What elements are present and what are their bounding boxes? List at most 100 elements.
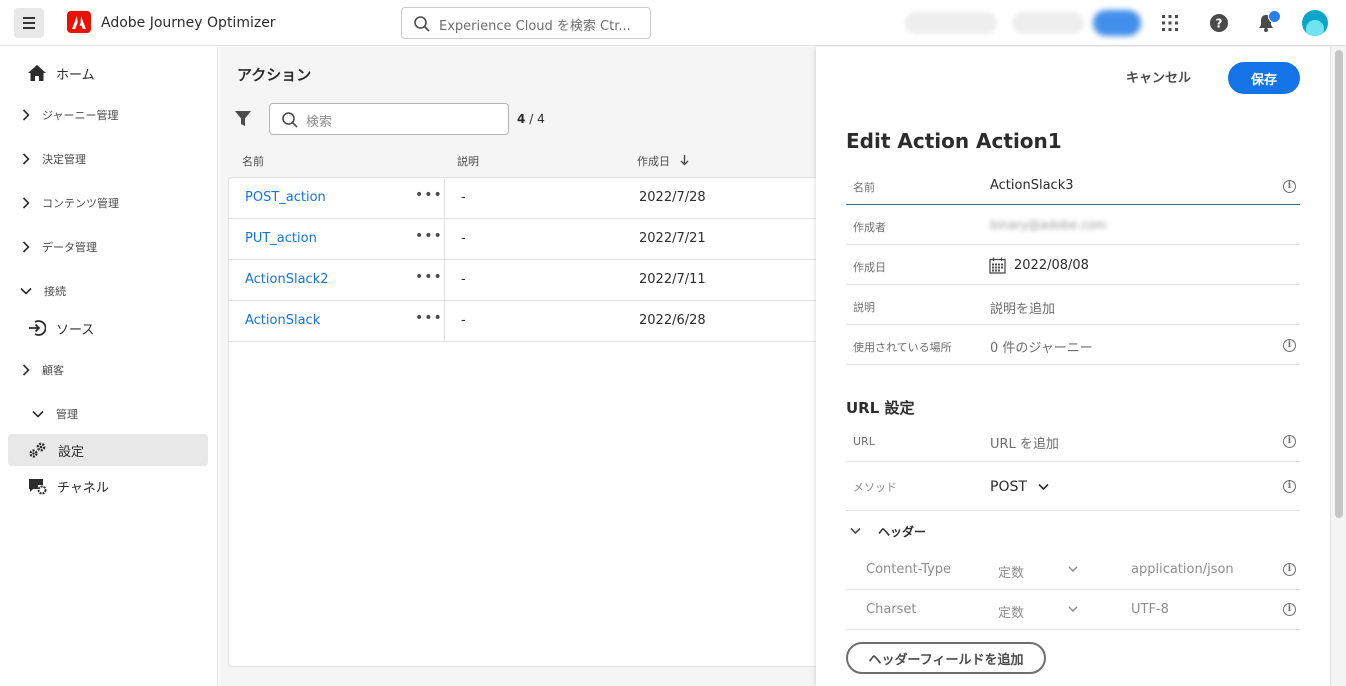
info-icon[interactable]: i <box>1283 339 1296 352</box>
action-name-link[interactable]: POST_action <box>245 190 326 205</box>
field-label: 使用されている場所 <box>853 341 952 354</box>
name-input[interactable]: ActionSlack3 <box>990 178 1074 193</box>
info-icon[interactable]: i <box>1283 480 1296 493</box>
search-placeholder: Experience Cloud を検索 Ctr... <box>439 19 631 34</box>
scrollbar-thumb[interactable] <box>1335 50 1343 518</box>
header-value[interactable]: UTF-8 <box>1131 602 1169 617</box>
chevron-right-icon <box>22 241 30 253</box>
search-icon <box>414 16 430 32</box>
method-field[interactable]: メソッド POST i <box>846 462 1300 511</box>
column-header-description[interactable]: 説明 <box>457 153 479 169</box>
search-input[interactable]: 検索 <box>269 103 509 135</box>
info-icon[interactable]: i <box>1283 563 1296 576</box>
created-date-value: 2022/08/08 <box>1014 258 1089 273</box>
url-input[interactable]: URL を追加 <box>990 433 1059 452</box>
sidebar-item-label: チャネル <box>57 480 109 496</box>
url-field[interactable]: URL URL を追加 i <box>846 422 1300 462</box>
name-field[interactable]: 名前 ActionSlack3 i <box>846 167 1300 205</box>
table-row[interactable]: POST_action ••• - 2022/7/28 <box>229 178 819 219</box>
more-actions-icon[interactable]: ••• <box>415 269 443 285</box>
header-type-select[interactable]: 定数 <box>998 602 1024 621</box>
header-row: Content-Type 定数 application/json i <box>846 550 1300 590</box>
table-row[interactable]: ActionSlack2 ••• - 2022/7/11 <box>229 260 819 301</box>
avatar[interactable] <box>1302 10 1328 36</box>
save-button[interactable]: 保存 <box>1228 62 1300 94</box>
row-description: - <box>461 313 466 328</box>
chevron-right-icon <box>22 153 30 165</box>
sort-arrow-down-icon[interactable] <box>680 155 689 166</box>
description-input[interactable]: 説明を追加 <box>990 298 1055 317</box>
sidebar-item-label: 顧客 <box>42 364 64 377</box>
search-placeholder: 検索 <box>306 115 333 130</box>
global-search-input[interactable]: Experience Cloud を検索 Ctr... <box>401 7 651 39</box>
sidebar-item-administration[interactable]: 管理 <box>8 398 208 430</box>
row-date: 2022/7/21 <box>639 231 706 246</box>
chevron-down-icon[interactable] <box>1038 483 1049 491</box>
calendar-icon <box>989 257 1006 274</box>
sidebar-item-settings[interactable]: 設定 <box>8 434 208 466</box>
author-field: 作成者 binary@adobe.com <box>846 205 1300 245</box>
row-date: 2022/7/28 <box>639 190 706 205</box>
more-actions-icon[interactable]: ••• <box>415 310 443 326</box>
info-icon[interactable]: i <box>1283 603 1296 616</box>
cancel-button[interactable]: キャンセル <box>1126 67 1191 86</box>
panel-title: Edit Action Action1 <box>846 129 1062 153</box>
org-switcher[interactable] <box>905 12 997 34</box>
blurred-button[interactable] <box>1093 10 1141 36</box>
table-row[interactable]: PUT_action ••• - 2022/7/21 <box>229 219 819 260</box>
info-icon[interactable]: i <box>1283 435 1296 448</box>
column-header-created[interactable]: 作成日 <box>637 153 689 169</box>
field-label: 作成者 <box>853 221 886 234</box>
page-title: アクション <box>237 66 312 84</box>
table-row[interactable]: ActionSlack ••• - 2022/6/28 <box>229 301 819 342</box>
sidebar-item-decision-management[interactable]: 決定管理 <box>8 143 208 175</box>
app-title[interactable]: Adobe Journey Optimizer <box>101 15 276 31</box>
adobe-logo-icon[interactable] <box>67 11 91 33</box>
panel-scrollbar[interactable] <box>1330 47 1346 686</box>
sidebar-item-content-management[interactable]: コンテンツ管理 <box>8 187 208 219</box>
header-value[interactable]: application/json <box>1131 562 1234 577</box>
menu-icon[interactable] <box>14 8 44 38</box>
header-row: Charset 定数 UTF-8 i <box>846 590 1300 630</box>
sidebar-item-data-management[interactable]: データ管理 <box>8 231 208 263</box>
chevron-down-icon[interactable] <box>1068 606 1078 613</box>
sidebar-item-label: 管理 <box>56 408 78 421</box>
used-in-value[interactable]: 0 件のジャーニー <box>990 337 1093 356</box>
sidebar-item-label: データ管理 <box>42 241 97 254</box>
description-field[interactable]: 説明 説明を追加 <box>846 285 1300 325</box>
action-name-link[interactable]: ActionSlack <box>245 313 320 328</box>
column-header-name[interactable]: 名前 <box>242 153 264 169</box>
gear-icon <box>29 442 46 458</box>
chevron-down-icon <box>20 287 32 295</box>
chevron-right-icon <box>22 364 30 376</box>
apps-grid-icon[interactable] <box>1161 14 1179 32</box>
action-name-link[interactable]: PUT_action <box>245 231 317 246</box>
sandbox-switcher[interactable] <box>1012 12 1084 34</box>
sidebar-item-customers[interactable]: 顧客 <box>8 354 208 386</box>
add-header-field-button[interactable]: ヘッダーフィールドを追加 <box>846 642 1046 674</box>
chevron-down-icon[interactable] <box>850 527 861 535</box>
channel-icon <box>29 479 47 495</box>
author-value: binary@adobe.com <box>990 218 1107 232</box>
sidebar-item-connections[interactable]: 接続 <box>8 275 208 307</box>
chevron-down-icon[interactable] <box>1068 566 1078 573</box>
sidebar-item-home[interactable]: ホーム <box>8 57 208 89</box>
sidebar-item-journey-management[interactable]: ジャーニー管理 <box>8 99 208 131</box>
method-select[interactable]: POST <box>990 479 1027 495</box>
info-icon[interactable]: i <box>1283 180 1296 193</box>
header-type-select[interactable]: 定数 <box>998 562 1024 581</box>
sidebar-item-channels[interactable]: チャネル <box>8 470 208 502</box>
sidebar-item-label: 接続 <box>44 285 66 298</box>
chevron-right-icon <box>22 197 30 209</box>
top-bar: Adobe Journey Optimizer Experience Cloud… <box>0 0 1346 46</box>
search-icon <box>282 112 298 128</box>
help-icon[interactable]: ? <box>1209 13 1229 33</box>
filter-icon[interactable] <box>234 110 252 128</box>
headers-section-title[interactable]: ヘッダー <box>878 523 926 540</box>
more-actions-icon[interactable]: ••• <box>415 187 443 203</box>
actions-table: POST_action ••• - 2022/7/28 PUT_action •… <box>228 177 819 667</box>
sidebar-item-sources[interactable]: ソース <box>8 312 208 344</box>
action-name-link[interactable]: ActionSlack2 <box>245 272 329 287</box>
more-actions-icon[interactable]: ••• <box>415 228 443 244</box>
count-total: 4 <box>537 112 545 126</box>
